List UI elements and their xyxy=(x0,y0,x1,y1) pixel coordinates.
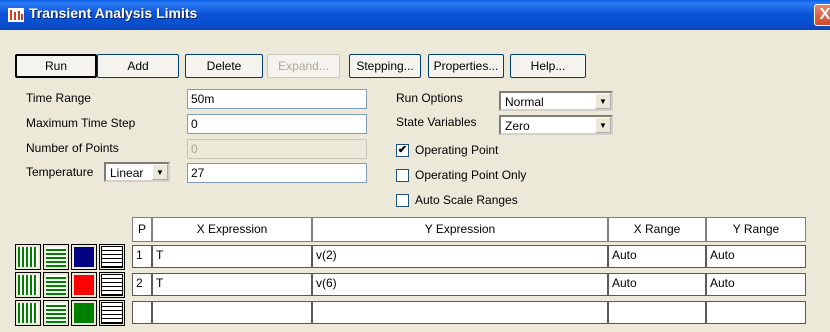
chevron-down-icon[interactable]: ▼ xyxy=(595,117,611,133)
column-header-x-range[interactable]: X Range xyxy=(608,217,706,242)
chevron-down-icon[interactable]: ▼ xyxy=(595,93,611,109)
expand-button: Expand... xyxy=(267,54,340,78)
color-swatch-icon xyxy=(74,275,94,295)
grid-icon xyxy=(101,302,123,324)
cell-x-expression[interactable]: T xyxy=(152,273,312,296)
column-header-p[interactable]: P xyxy=(132,217,152,242)
cell-y-range[interactable]: Auto xyxy=(706,245,806,268)
grid-icon xyxy=(101,246,123,268)
add-button[interactable]: Add xyxy=(97,54,179,78)
state-variables-select[interactable]: Zero ▼ xyxy=(499,115,613,135)
cell-x-range[interactable] xyxy=(608,301,706,324)
vertical-lines-icon xyxy=(18,303,38,323)
column-header-y-expression[interactable]: Y Expression xyxy=(312,217,608,242)
format-button[interactable] xyxy=(99,244,125,270)
run-options-select[interactable]: Normal ▼ xyxy=(499,91,613,111)
operating-point-only-label: Operating Point Only xyxy=(415,168,527,182)
title-bar: Transient Analysis Limits X xyxy=(0,0,830,30)
line-style-button[interactable] xyxy=(15,300,41,326)
operating-point-only-checkbox[interactable] xyxy=(396,169,409,182)
auto-scale-ranges-label: Auto Scale Ranges xyxy=(415,193,518,207)
temperature-label: Temperature xyxy=(26,165,94,179)
delete-button[interactable]: Delete xyxy=(185,54,263,78)
run-button[interactable]: Run xyxy=(15,54,97,78)
color-swatch-icon xyxy=(74,247,94,267)
cell-y-expression[interactable] xyxy=(312,301,608,324)
format-button[interactable] xyxy=(99,272,125,298)
operating-point-checkbox[interactable]: ✔ xyxy=(396,144,409,157)
cell-x-expression[interactable] xyxy=(152,301,312,324)
state-variables-value: Zero xyxy=(505,119,530,133)
vertical-lines-icon xyxy=(18,275,38,295)
color-button[interactable] xyxy=(71,244,97,270)
fill-style-button[interactable] xyxy=(43,244,69,270)
temperature-field[interactable]: 27 xyxy=(187,163,367,183)
cell-x-range[interactable]: Auto xyxy=(608,273,706,296)
help-button[interactable]: Help... xyxy=(510,54,586,78)
cell-y-expression[interactable]: v(6) xyxy=(312,273,608,296)
color-button[interactable] xyxy=(71,300,97,326)
number-of-points-field: 0 xyxy=(187,139,367,159)
cell-y-range[interactable]: Auto xyxy=(706,273,806,296)
cell-p[interactable]: 2 xyxy=(132,273,152,296)
grid-icon xyxy=(101,274,123,296)
cell-x-expression[interactable]: T xyxy=(152,245,312,268)
color-swatch-icon xyxy=(74,303,94,323)
run-options-value: Normal xyxy=(505,95,544,109)
chevron-down-icon[interactable]: ▼ xyxy=(152,164,168,180)
window-title: Transient Analysis Limits xyxy=(29,5,198,21)
number-of-points-label: Number of Points xyxy=(26,141,119,155)
color-button[interactable] xyxy=(71,272,97,298)
horizontal-lines-icon xyxy=(46,247,66,267)
close-button[interactable]: X xyxy=(814,4,830,26)
max-time-step-label: Maximum Time Step xyxy=(26,116,136,130)
cell-p[interactable] xyxy=(132,301,152,324)
properties-button[interactable]: Properties... xyxy=(428,54,504,78)
app-icon xyxy=(8,8,24,22)
format-button[interactable] xyxy=(99,300,125,326)
fill-style-button[interactable] xyxy=(43,272,69,298)
line-style-button[interactable] xyxy=(15,272,41,298)
operating-point-label: Operating Point xyxy=(415,143,499,157)
max-time-step-field[interactable]: 0 xyxy=(187,114,367,134)
line-style-button[interactable] xyxy=(15,244,41,270)
cell-y-range[interactable] xyxy=(706,301,806,324)
state-variables-label: State Variables xyxy=(396,115,477,129)
temperature-mode-select[interactable]: Linear ▼ xyxy=(104,162,170,182)
horizontal-lines-icon xyxy=(46,275,66,295)
cell-x-range[interactable]: Auto xyxy=(608,245,706,268)
cell-p[interactable]: 1 xyxy=(132,245,152,268)
temperature-mode-value: Linear xyxy=(110,166,144,180)
column-header-x-expression[interactable]: X Expression xyxy=(152,217,312,242)
vertical-lines-icon xyxy=(18,247,38,267)
time-range-field[interactable]: 50m xyxy=(187,89,367,109)
run-options-label: Run Options xyxy=(396,91,463,105)
horizontal-lines-icon xyxy=(46,303,66,323)
fill-style-button[interactable] xyxy=(43,300,69,326)
column-header-y-range[interactable]: Y Range xyxy=(706,217,806,242)
stepping-button[interactable]: Stepping... xyxy=(349,54,421,78)
time-range-label: Time Range xyxy=(26,91,91,105)
auto-scale-ranges-checkbox[interactable] xyxy=(396,194,409,207)
cell-y-expression[interactable]: v(2) xyxy=(312,245,608,268)
